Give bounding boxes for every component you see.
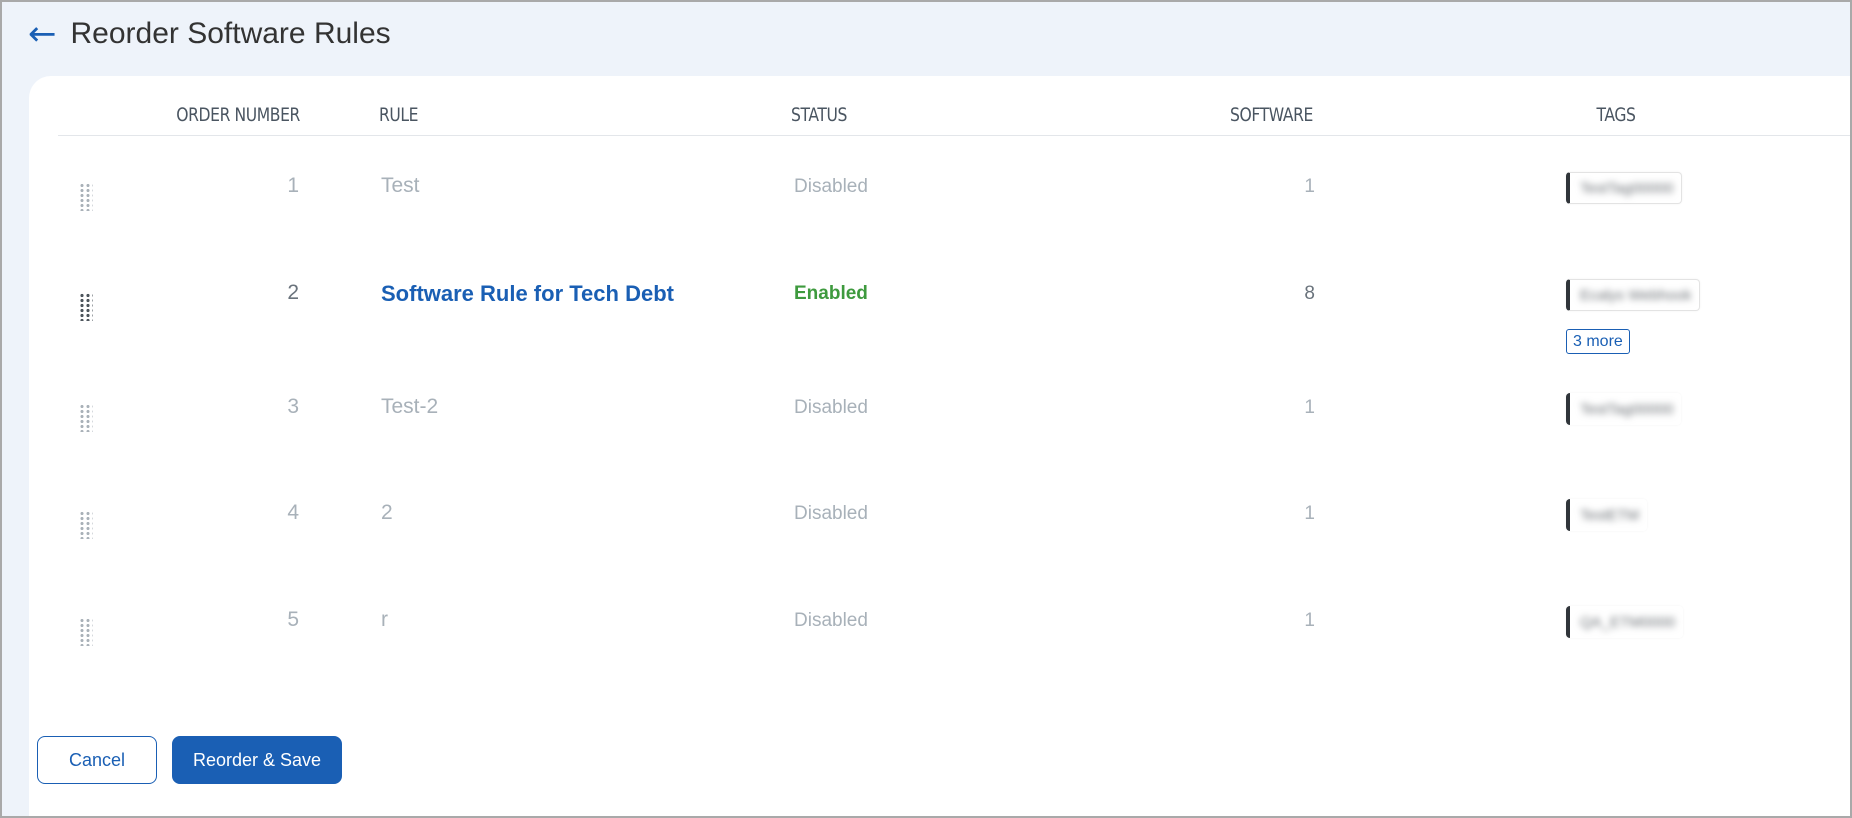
- tag-chip: TestTag00000: [1566, 393, 1681, 425]
- drag-handle-icon[interactable]: [79, 293, 93, 321]
- rule-name: r: [381, 608, 388, 631]
- rule-name: Test-2: [381, 395, 439, 418]
- reorder-save-button[interactable]: Reorder & Save: [172, 736, 342, 784]
- column-header-tags: TAGS: [1596, 104, 1636, 126]
- more-tags-button[interactable]: 3 more: [1566, 329, 1630, 354]
- order-number: 2: [287, 281, 299, 304]
- order-number: 4: [287, 501, 299, 524]
- column-header-order-number: ORDER NUMBER: [176, 104, 300, 126]
- tag-chip: TestETM: [1566, 499, 1647, 531]
- software-count: 1: [1304, 176, 1315, 197]
- cancel-button[interactable]: Cancel: [37, 736, 157, 784]
- page-title: Reorder Software Rules: [70, 17, 391, 50]
- software-count: 1: [1304, 503, 1315, 524]
- rule-name: Test: [381, 174, 420, 197]
- software-count: 1: [1304, 610, 1315, 631]
- status-text: Disabled: [794, 397, 868, 418]
- software-count: 8: [1304, 283, 1315, 304]
- status-text: Disabled: [794, 503, 868, 524]
- software-count: 1: [1304, 397, 1315, 418]
- status-text: Disabled: [794, 610, 868, 631]
- column-header-status: STATUS: [791, 104, 848, 126]
- arrow-left-icon[interactable]: ←: [28, 17, 57, 51]
- drag-handle-icon[interactable]: [79, 618, 93, 646]
- drag-handle-icon[interactable]: [79, 183, 93, 211]
- drag-handle-icon[interactable]: [79, 511, 93, 539]
- tag-chip: TestTag00000: [1566, 172, 1683, 204]
- tag-chip: Ecalys Webhook: [1566, 279, 1701, 311]
- tag-chip: QA_ETM0000: [1566, 606, 1683, 638]
- drag-handle-icon[interactable]: [79, 404, 93, 432]
- order-number: 5: [287, 608, 299, 631]
- order-number: 3: [287, 395, 299, 418]
- column-header-software: SOFTWARE: [1230, 104, 1313, 126]
- order-number: 1: [287, 174, 299, 197]
- status-text: Enabled: [794, 283, 868, 304]
- status-text: Disabled: [794, 176, 868, 197]
- column-header-rule: RULE: [379, 104, 419, 126]
- rule-name: 2: [381, 501, 393, 524]
- rule-name[interactable]: Software Rule for Tech Debt: [381, 281, 674, 307]
- page-header: ← Reorder Software Rules: [28, 14, 391, 54]
